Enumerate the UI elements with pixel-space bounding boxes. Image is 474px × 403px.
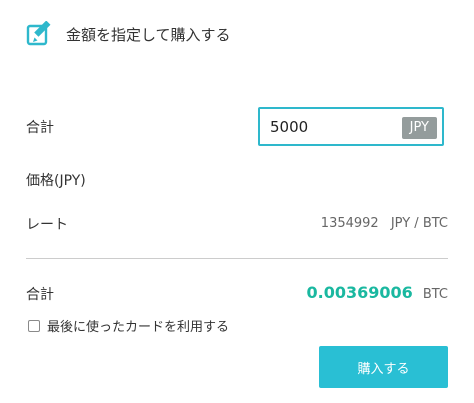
divider [26,258,448,259]
btc-unit: BTC [422,287,448,302]
remember-card-label: 最後に使ったカードを利用する [47,320,230,335]
rate-readout: 1354992 JPY / BTC [321,216,448,231]
edit-icon [26,21,54,47]
amount-input[interactable] [270,117,390,136]
buy-button[interactable]: 購入する [319,346,448,388]
btc-total: 0.00369006 BTC [307,283,448,302]
rate-value: 1354992 [320,216,379,231]
btc-amount: 0.00369006 [306,283,413,302]
remember-card-checkbox[interactable] [28,319,40,332]
price-label: 価格(JPY) [26,173,86,189]
total-label: 合計 [26,120,54,136]
currency-badge: JPY [401,117,437,139]
remember-card-option[interactable]: 最後に使ったカードを利用する [28,316,229,335]
result-total-label: 合計 [26,287,54,303]
header: 金額を指定して購入する [26,21,231,47]
amount-field[interactable]: JPY [258,107,444,146]
rate-unit: JPY / BTC [390,216,448,231]
page-title: 金額を指定して購入する [66,25,231,44]
rate-label: レート [26,217,68,233]
